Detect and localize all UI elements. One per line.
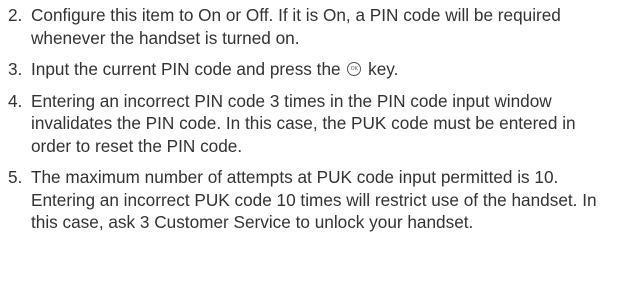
- step-5: 5. The maximum number of attempts at PUK…: [8, 166, 613, 234]
- step-text: The maximum number of attempts at PUK co…: [31, 167, 597, 232]
- ok-key-icon: [347, 62, 362, 76]
- step-2: 2. Configure this item to On or Off. If …: [8, 4, 613, 49]
- step-3: 3. Input the current PIN code and press …: [8, 58, 613, 81]
- step-text-before-icon: Input the current PIN code and press the: [31, 59, 341, 79]
- step-text-after-icon: key.: [368, 59, 399, 79]
- step-number: 5.: [8, 167, 23, 187]
- manual-page: 2. Configure this item to On or Off. If …: [0, 0, 621, 297]
- step-text: Configure this item to On or Off. If it …: [31, 5, 561, 48]
- step-number: 2.: [8, 5, 23, 25]
- instruction-list: 2. Configure this item to On or Off. If …: [8, 4, 613, 234]
- step-number: 4.: [8, 90, 23, 111]
- step-number: 3.: [8, 59, 23, 79]
- step-4: 4. Entering an incorrect PIN code 3 time…: [8, 90, 613, 158]
- step-text: Entering an incorrect PIN code 3 times i…: [31, 90, 576, 156]
- step-text: Input the current PIN code and press the…: [31, 58, 613, 81]
